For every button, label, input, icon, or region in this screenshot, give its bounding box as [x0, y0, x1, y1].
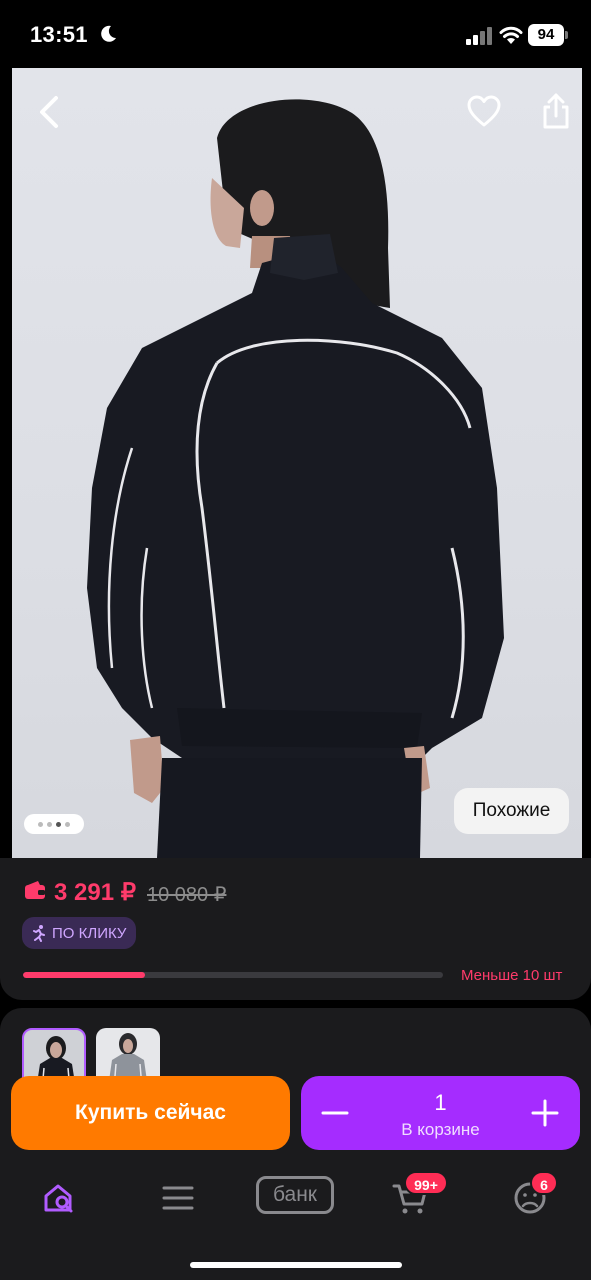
bank-label: банк — [256, 1176, 334, 1214]
bank-tab[interactable]: банк — [256, 1176, 334, 1220]
plus-icon[interactable] — [529, 1096, 561, 1130]
share-icon[interactable] — [540, 92, 572, 130]
profile-count-badge: 6 — [530, 1171, 558, 1195]
product-image-jacket — [87, 99, 504, 858]
promo-badge[interactable]: ПО КЛИКУ — [22, 917, 137, 949]
stock-text: Меньше 10 шт — [461, 967, 563, 984]
cart-count-badge: 99+ — [404, 1171, 448, 1195]
price-card: 3 291 ₽ 10 080 ₽ ПО КЛИКУ Меньше 10 шт — [0, 858, 591, 1000]
pager-dot — [47, 821, 52, 827]
pager-dot-active — [56, 821, 61, 827]
stock-progress-bar — [23, 972, 443, 978]
buy-now-button[interactable]: Купить сейчас — [11, 1076, 290, 1150]
status-time: 13:51 — [30, 22, 88, 47]
image-pager-dots — [24, 814, 84, 834]
heart-icon[interactable] — [466, 94, 502, 128]
pager-dot — [38, 821, 43, 827]
running-person-icon — [33, 925, 45, 942]
moon-icon — [101, 25, 116, 42]
cart-quantity-control: 1 В корзине — [301, 1076, 580, 1150]
home-search-icon[interactable] — [38, 1176, 82, 1220]
current-price: 3 291 ₽ — [54, 879, 136, 906]
status-bar: 13:51 94 — [0, 0, 591, 70]
pager-dot — [65, 821, 70, 827]
home-indicator — [190, 1262, 402, 1268]
catalog-menu-icon[interactable] — [156, 1176, 200, 1220]
old-price: 10 080 ₽ — [147, 884, 227, 906]
product-photo[interactable]: Похожие — [12, 68, 582, 858]
battery-tip — [565, 31, 568, 39]
promo-badge-label: ПО КЛИКУ — [52, 924, 127, 942]
wifi-icon — [499, 26, 523, 44]
stock-progress-fill — [23, 972, 145, 978]
wallet-icon — [25, 881, 45, 899]
battery-indicator: 94 — [528, 24, 564, 46]
signal-icon — [466, 27, 492, 45]
back-chevron-icon[interactable] — [32, 92, 64, 132]
similar-button[interactable]: Похожие — [454, 788, 569, 834]
